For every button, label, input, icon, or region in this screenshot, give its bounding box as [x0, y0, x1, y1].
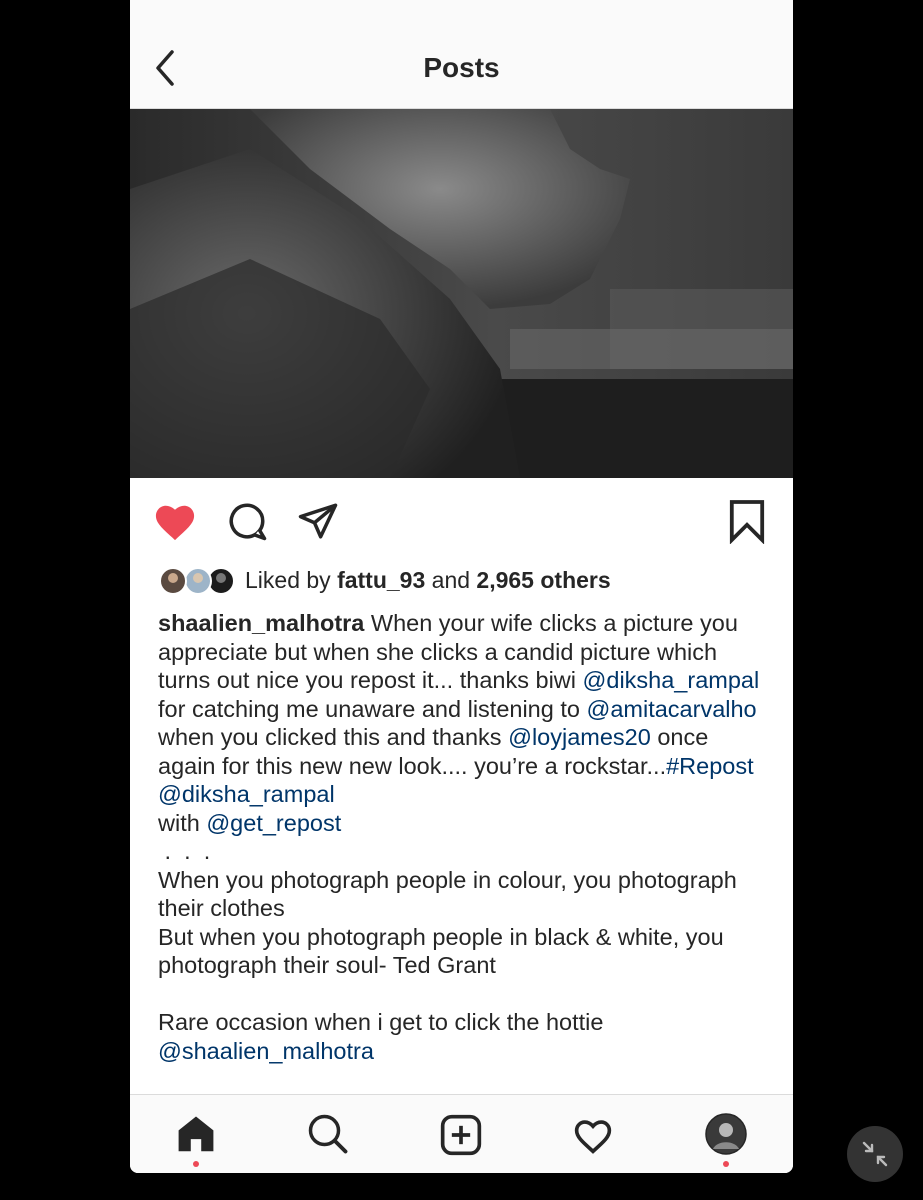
mention-link[interactable]: @diksha_rampal	[583, 667, 760, 693]
caption-quote: When you photograph people in colour, yo…	[158, 866, 737, 1035]
liker-avatars	[159, 567, 235, 595]
activity-heart-icon[interactable]	[571, 1115, 615, 1155]
hashtag-link[interactable]: #Repost	[666, 753, 754, 779]
comment-icon[interactable]	[226, 500, 268, 542]
liker-username[interactable]: fattu_93	[337, 567, 425, 593]
mention-link[interactable]: @loyjames20	[508, 724, 651, 750]
mention-link[interactable]: @shaalien_malhotra	[158, 1038, 374, 1064]
profile-avatar-icon[interactable]	[705, 1113, 747, 1155]
minimize-button[interactable]	[847, 1126, 903, 1182]
phone-screen: Posts Liked by fattu_93 and 2,965 others…	[130, 0, 793, 1173]
caption-text: with	[158, 809, 200, 836]
share-icon[interactable]	[296, 500, 340, 542]
mention-link[interactable]: @amitacarvalho	[586, 696, 756, 722]
post-photo[interactable]	[130, 109, 793, 478]
post-actions	[130, 478, 793, 564]
profile-notification-dot	[723, 1161, 729, 1167]
page-title: Posts	[423, 52, 500, 83]
home-notification-dot	[193, 1161, 199, 1167]
search-icon[interactable]	[307, 1113, 349, 1155]
home-icon[interactable]	[175, 1113, 217, 1153]
likes-text: Liked by fattu_93 and 2,965 others	[245, 567, 611, 594]
caption-text	[754, 753, 761, 779]
add-post-icon[interactable]	[439, 1113, 483, 1157]
heart-filled-icon[interactable]	[152, 500, 198, 542]
caption-author[interactable]: shaalien_malhotra	[158, 610, 364, 636]
bottom-tab-bar	[130, 1094, 793, 1173]
mention-link[interactable]: @diksha_rampal	[158, 781, 335, 807]
likes-and: and	[425, 567, 477, 593]
minimize-icon	[862, 1141, 888, 1167]
likes-others-count[interactable]: 2,965 others	[476, 567, 610, 593]
likes-summary[interactable]: Liked by fattu_93 and 2,965 others	[158, 564, 778, 598]
bookmark-icon[interactable]	[728, 498, 766, 544]
mention-link[interactable]: @get_repost	[206, 810, 341, 836]
caption-dots: . . .	[164, 838, 211, 864]
post-caption: shaalien_malhotra When your wife clicks …	[158, 609, 768, 1065]
top-bar: Posts	[130, 0, 793, 109]
likes-prefix: Liked by	[245, 567, 338, 593]
